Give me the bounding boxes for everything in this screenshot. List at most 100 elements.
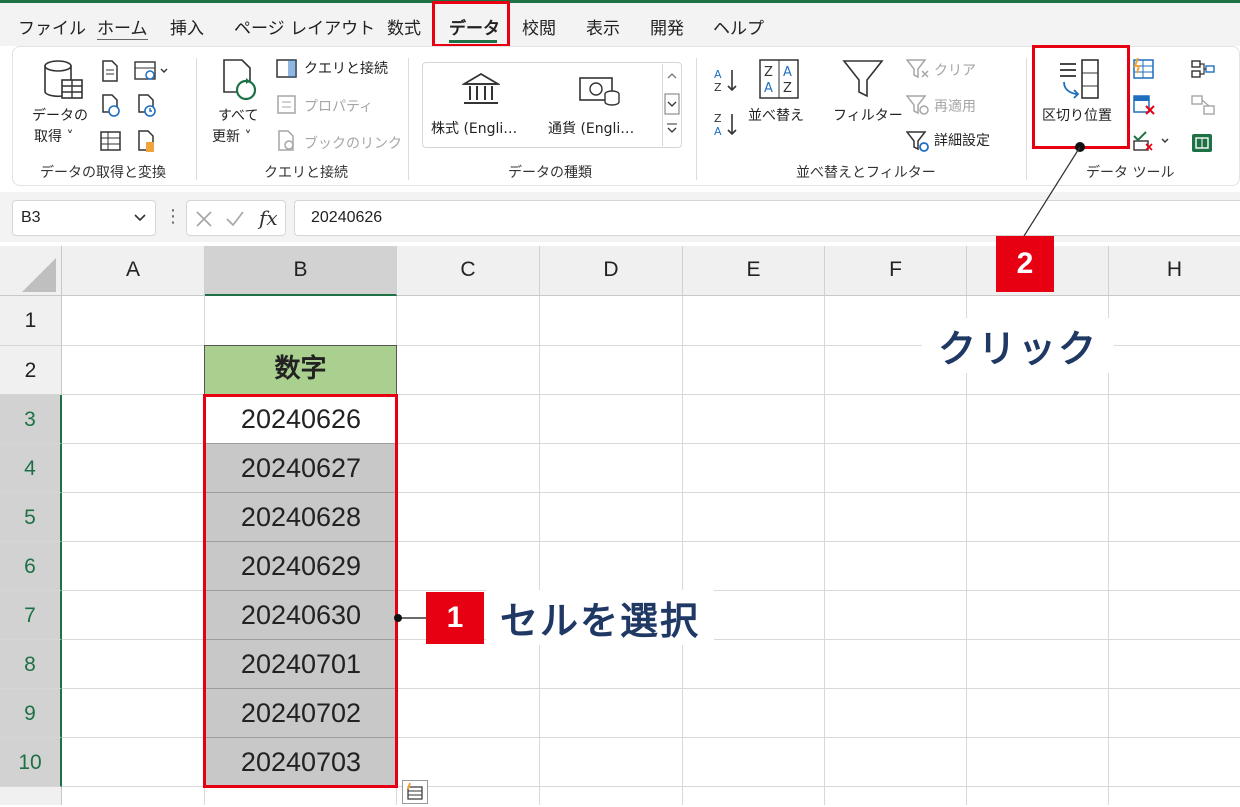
svg-text:Z: Z [783,81,792,96]
reapply-icon [905,94,930,120]
column-header-c[interactable]: C [397,246,540,296]
tab-insert[interactable]: 挿入 [170,14,204,39]
row-header-10[interactable]: 10 [0,738,62,787]
group-separator [408,58,409,180]
data-tab-highlight [432,1,510,47]
step1-badge: 1 [426,592,484,644]
row-header-1[interactable]: 1 [0,296,62,346]
column-header-d[interactable]: D [540,246,683,296]
get-data-button-sub[interactable]: 取得 ˅ [34,127,73,147]
clear-filter-button[interactable]: クリア [934,60,976,80]
formula-buttons: fx [186,200,286,236]
edit-links-icon [276,130,298,156]
relationships-icon[interactable] [1190,94,1216,120]
tab-help[interactable]: ヘルプ [713,14,764,39]
tab-file[interactable]: ファイル [18,14,86,39]
database-icon [42,58,84,104]
tab-view[interactable]: 表示 [586,14,620,39]
reapply-button[interactable]: 再適用 [934,96,976,116]
step2-label: クリック [922,318,1115,373]
data-model-icon[interactable] [1190,130,1216,158]
gridline [824,296,825,805]
step2-connector [1023,142,1085,237]
flash-fill-icon[interactable] [1132,57,1156,84]
refresh-all-button-label[interactable]: すべて [218,106,258,126]
tab-formulas[interactable]: 数式 [387,14,421,39]
cancel-icon[interactable] [195,210,213,228]
edit-links-button[interactable]: ブックのリンク [304,133,402,153]
get-data-button-label[interactable]: データの [32,106,88,126]
remove-duplicates-icon[interactable] [1132,94,1156,120]
row-header-4[interactable]: 4 [0,444,62,493]
from-table-icon[interactable] [100,130,122,156]
consolidate-icon[interactable] [1190,58,1216,84]
stocks-bank-icon [460,72,502,112]
enter-check-icon[interactable] [225,210,245,228]
data-validation-icon[interactable] [1132,130,1172,156]
sort-descending-icon[interactable]: ZA [712,110,740,142]
group-label-get-data: データの取得と変換 [40,165,166,181]
more-options-icon[interactable]: ⋮ [164,206,182,227]
menu-bar: ファイル ホーム 挿入 ページ レイアウト 数式 データ 校閲 表示 開発 ヘル… [0,0,1240,46]
column-header-b[interactable]: B [205,246,397,296]
insert-function-icon[interactable]: fx [259,206,278,230]
text-to-columns-highlight [1032,45,1130,149]
gallery-scroll[interactable] [662,64,681,146]
quick-analysis-icon[interactable] [402,780,428,804]
queries-connections-button[interactable]: クエリと接続 [304,59,388,79]
tab-developer[interactable]: 開発 [650,14,684,39]
refresh-all-button-sub[interactable]: 更新 ˅ [212,127,251,147]
recent-sources-icon[interactable] [136,94,158,122]
svg-text:Z: Z [764,65,773,80]
gridline [539,296,540,805]
row-header-6[interactable]: 6 [0,542,62,591]
existing-connections-icon[interactable] [136,130,158,158]
tab-page-layout[interactable]: ページ レイアウト [234,14,375,39]
advanced-filter-icon [905,130,930,158]
group-separator [696,58,697,180]
column-header-a[interactable]: A [62,246,205,296]
name-box-value: B3 [21,209,41,226]
svg-text:A: A [764,81,773,96]
sort-icon: ZAAZ [758,58,800,104]
properties-button[interactable]: プロパティ [304,96,373,116]
chevron-down-icon[interactable] [133,213,147,223]
row-header-9[interactable]: 9 [0,689,62,738]
svg-text:Z: Z [714,112,722,125]
column-header-e[interactable]: E [683,246,825,296]
row-header-8[interactable]: 8 [0,640,62,689]
row-header-partial [0,787,62,805]
row-header-3[interactable]: 3 [0,395,62,444]
group-separator [196,58,197,180]
column-header-f[interactable]: F [825,246,967,296]
column-header-h[interactable]: H [1109,246,1240,296]
sort-button[interactable]: 並べ替え [748,106,804,126]
formula-value: 20240626 [311,209,383,226]
step2-badge: 2 [996,236,1054,292]
name-box[interactable]: B3 [12,200,156,236]
group-label-data-tools: データ ツール [1086,165,1175,181]
stocks-button[interactable]: 株式 (Engli… [431,119,517,139]
gridline [682,296,683,805]
filter-button[interactable]: フィルター [833,106,903,126]
header-cell-b2[interactable]: 数字 [204,345,397,395]
advanced-filter-button[interactable]: 詳細設定 [934,131,990,151]
properties-icon [276,94,298,120]
row-header-5[interactable]: 5 [0,493,62,542]
step1-label: セルを選択 [486,590,715,645]
formula-input[interactable]: 20240626 [294,200,1240,236]
currencies-button[interactable]: 通貨 (Engli… [548,119,634,139]
row-header-7[interactable]: 7 [0,591,62,640]
tab-review[interactable]: 校閲 [522,14,556,39]
row-header-2[interactable]: 2 [0,346,62,395]
select-all-corner[interactable] [0,246,62,296]
svg-text:A: A [714,125,722,138]
currencies-money-icon [578,74,622,114]
sort-ascending-icon[interactable]: AZ [712,66,740,98]
from-text-icon[interactable] [100,60,120,86]
from-web-table-icon[interactable] [134,60,170,86]
queries-connections-icon [276,58,298,84]
tab-home[interactable]: ホーム [97,14,148,40]
from-web-icon[interactable] [100,94,122,122]
refresh-all-icon [220,58,260,108]
